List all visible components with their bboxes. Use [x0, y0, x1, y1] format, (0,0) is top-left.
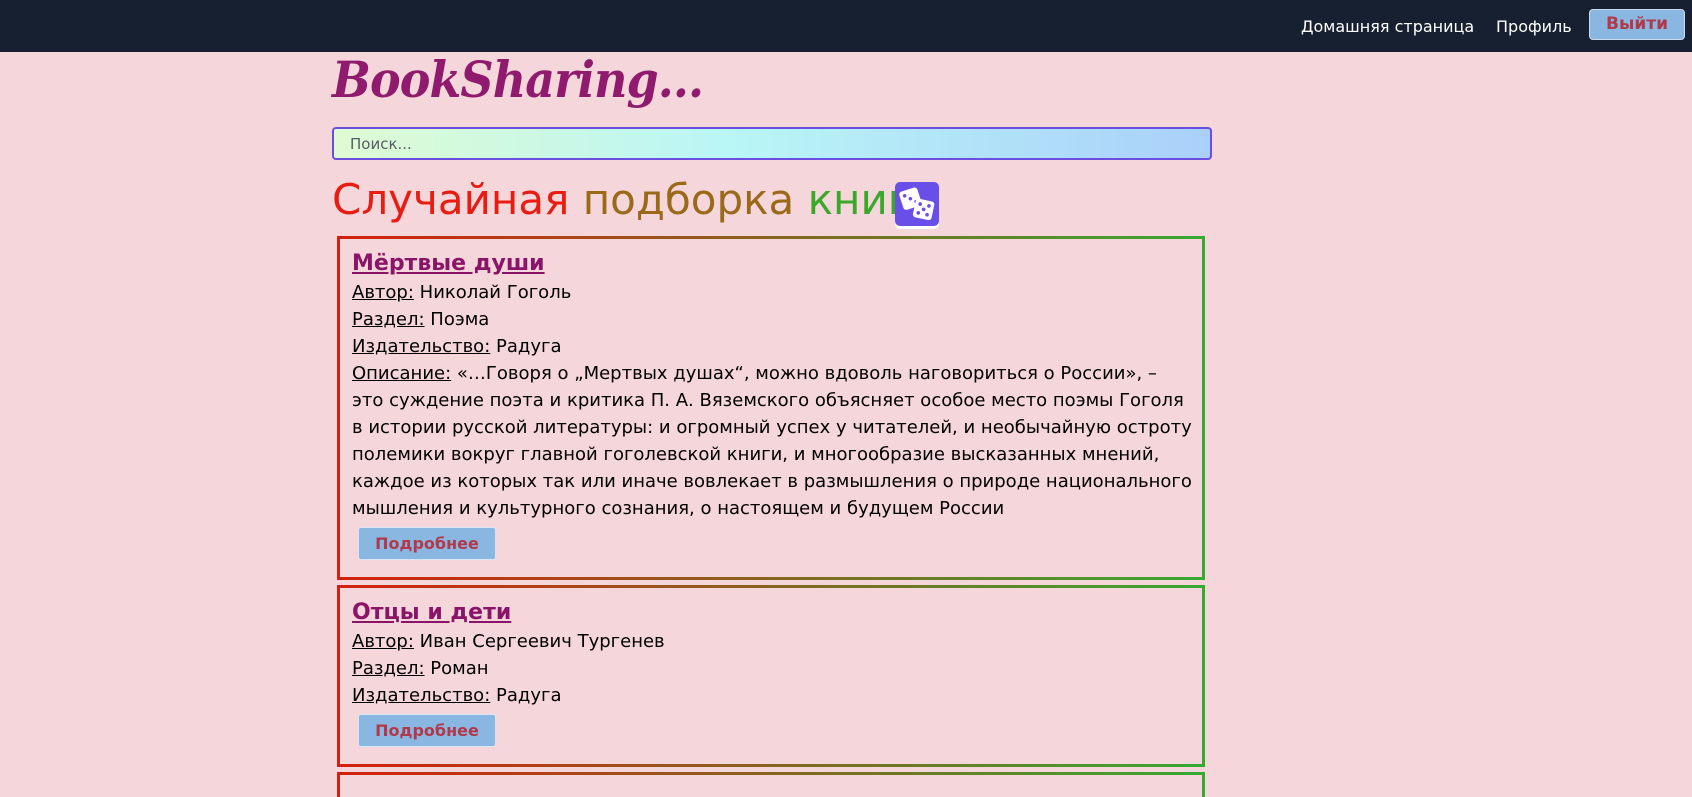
book-title-link[interactable]: Мёртвые души	[352, 249, 545, 279]
book-publisher-row: Издательство: Радуга	[352, 682, 1192, 709]
book-section: Поэма	[430, 309, 490, 330]
logout-button[interactable]: Выйти	[1589, 9, 1685, 40]
section-label: Раздел:	[352, 309, 425, 330]
description-label: Описание:	[352, 363, 452, 384]
author-label: Автор:	[352, 282, 414, 303]
book-card-partial	[337, 772, 1205, 797]
top-navbar: Домашняя страница Профиль Выйти	[0, 0, 1692, 52]
book-description-row: Описание: «…Говоря о „Мертвых душах“, мо…	[352, 360, 1192, 522]
book-author: Николай Гоголь	[419, 282, 572, 303]
random-selection-heading: Случайная подборка книг	[332, 170, 910, 230]
book-card: Мёртвые души Автор: Николай Гоголь Разде…	[337, 236, 1205, 580]
more-details-button[interactable]: Подробнее	[358, 527, 496, 560]
book-publisher-row: Издательство: Радуга	[352, 333, 1192, 360]
random-shuffle-button[interactable]	[895, 182, 939, 226]
author-label: Автор:	[352, 631, 414, 652]
heading-word-1: Случайная	[332, 175, 570, 224]
book-publisher: Радуга	[496, 336, 562, 357]
publisher-label: Издательство:	[352, 336, 491, 357]
nav-home-link[interactable]: Домашняя страница	[1301, 17, 1474, 36]
site-logo[interactable]: BookSharing...	[332, 50, 704, 109]
book-section-row: Раздел: Роман	[352, 655, 1192, 682]
book-publisher: Радуга	[496, 685, 562, 706]
nav-profile-link[interactable]: Профиль	[1496, 17, 1572, 36]
book-author-row: Автор: Николай Гоголь	[352, 279, 1192, 306]
dice-icon	[899, 187, 935, 221]
book-title-link[interactable]: Отцы и дети	[352, 598, 511, 628]
book-description: «…Говоря о „Мертвых душах“, можно вдовол…	[352, 363, 1192, 519]
section-label: Раздел:	[352, 658, 425, 679]
book-card: Отцы и дети Автор: Иван Сергеевич Турген…	[337, 585, 1205, 767]
publisher-label: Издательство:	[352, 685, 491, 706]
book-section: Роман	[430, 658, 489, 679]
book-author-row: Автор: Иван Сергеевич Тургенев	[352, 628, 1192, 655]
heading-word-2: подборка	[582, 175, 795, 224]
book-author: Иван Сергеевич Тургенев	[419, 631, 665, 652]
book-section-row: Раздел: Поэма	[352, 306, 1192, 333]
search-input[interactable]	[332, 127, 1212, 160]
more-details-button[interactable]: Подробнее	[358, 714, 496, 747]
